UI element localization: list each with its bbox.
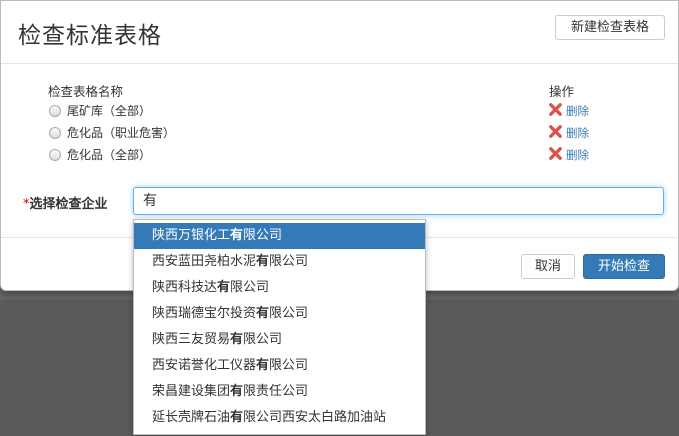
autocomplete-item[interactable]: 陕西三友贸易有限公司 [134,327,425,353]
modal-header: 检查标准表格 新建检查表格 [1,1,678,64]
operation-header: 操作 [549,84,575,99]
autocomplete-item[interactable]: 延长壳牌石油有限公司西安太白路加油站 [134,405,425,431]
delete-link[interactable]: 删除 [566,103,589,119]
delete-x-icon[interactable] [548,124,563,139]
company-autocomplete-list: 陕西万银化工有限公司 西安蓝田尧柏水泥有限公司 陕西科技达有限公司 陕西瑞德宝尔… [133,219,426,435]
form-row: 尾矿库（全部） 删除 [1,101,678,121]
autocomplete-item[interactable]: 西安诺誉化工仪器有限公司 [134,353,425,379]
form-radio[interactable] [49,149,61,161]
autocomplete-item[interactable]: 陕西瑞德宝尔投资有限公司 [134,301,425,327]
company-label-text: 选择检查企业 [29,197,108,212]
form-radio[interactable] [49,105,61,117]
autocomplete-item[interactable]: 陕西万银化工有限公司 [134,223,425,249]
company-field-label: *选择检查企业 [23,193,108,212]
company-search-input[interactable]: 有 [133,187,664,215]
cancel-button[interactable]: 取消 [521,254,575,279]
delete-x-icon[interactable] [548,102,563,117]
delete-link[interactable]: 删除 [566,125,589,141]
form-row: 危化品（全部） 删除 [1,145,678,165]
form-name: 危化品（职业危害） [67,126,176,140]
autocomplete-item[interactable]: 荣昌建设集团有限责任公司 [134,379,425,405]
form-row: 危化品（职业危害） 删除 [1,123,678,143]
autocomplete-item[interactable]: 西安蓝田尧柏水泥有限公司 [134,249,425,275]
start-inspection-button[interactable]: 开始检查 [583,254,665,279]
form-name: 尾矿库（全部） [67,104,152,118]
delete-link[interactable]: 删除 [566,147,589,163]
autocomplete-item[interactable]: 陕西科技达有限公司 [134,275,425,301]
form-name-header: 检查表格名称 [48,84,124,99]
form-name: 危化品（全部） [67,148,152,162]
modal-title: 检查标准表格 [18,23,162,49]
form-radio[interactable] [49,127,61,139]
new-form-button[interactable]: 新建检查表格 [555,15,665,40]
delete-x-icon[interactable] [548,146,563,161]
